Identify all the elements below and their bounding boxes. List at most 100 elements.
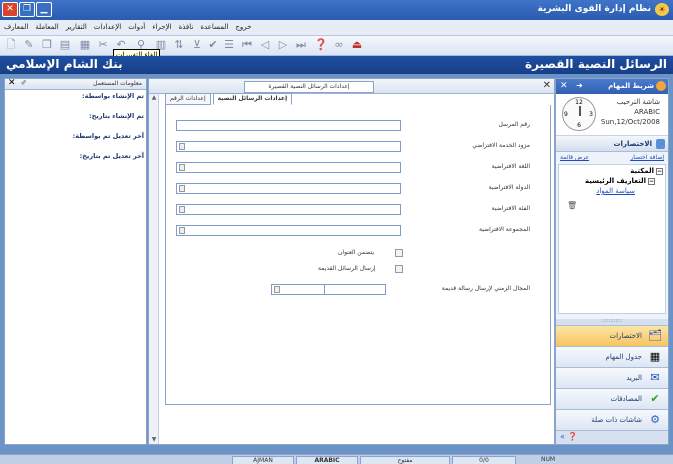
date-label: Sun,12/Oct/2008 bbox=[600, 118, 660, 126]
tasks-schedule-button[interactable]: ▦ جدول المهام bbox=[556, 346, 668, 367]
tab-sms-settings-sub[interactable]: إعدادات الرسائل النصية bbox=[212, 93, 293, 105]
mail-button[interactable]: ✉ البريد bbox=[556, 367, 668, 388]
exit-door-icon[interactable]: ⏏ bbox=[350, 38, 364, 52]
modified-on-label: آخر تعديل تم بتاريخ: bbox=[79, 152, 144, 160]
print-icon[interactable]: ▦ bbox=[78, 38, 92, 52]
time-range-value-input[interactable] bbox=[324, 284, 386, 295]
menu-window[interactable]: نافذة bbox=[179, 23, 194, 31]
approve-icon[interactable]: ✔ bbox=[206, 38, 220, 52]
cut-icon[interactable]: ✂ bbox=[96, 38, 110, 52]
next-record-icon[interactable]: ▷ bbox=[276, 38, 290, 52]
default-group-select[interactable] bbox=[176, 225, 401, 236]
shortcuts-icon: 🗂 bbox=[648, 329, 662, 342]
copy-icon[interactable]: ❐ bbox=[40, 38, 54, 52]
default-country-select[interactable] bbox=[176, 183, 401, 194]
default-country-label: الدولة الافتراضية bbox=[488, 184, 530, 191]
default-provider-select[interactable] bbox=[176, 141, 401, 152]
menu-definitions[interactable]: المعارف bbox=[4, 23, 28, 31]
list-icon[interactable]: ☰ bbox=[222, 38, 236, 52]
status-bar: AJMAN ARABIC مفتوح 0/0 NUM bbox=[0, 454, 673, 464]
close-document-icon[interactable]: ✕ bbox=[543, 80, 551, 91]
vertical-scrollbar[interactable]: ▲ ▼ bbox=[149, 94, 159, 444]
status-state: مفتوح bbox=[360, 456, 450, 464]
restore-window-button[interactable]: ❐ bbox=[19, 2, 35, 17]
language-label: ARABIC bbox=[634, 108, 660, 116]
close-icon[interactable]: ✕ bbox=[8, 78, 16, 88]
menu-reports[interactable]: التقارير bbox=[66, 23, 87, 31]
menu-settings[interactable]: الإعدادات bbox=[94, 23, 121, 31]
menu-action[interactable]: الإجراء bbox=[152, 23, 171, 31]
menu-exit[interactable]: خروج bbox=[235, 23, 251, 31]
task-panel-title: شريط المهام bbox=[608, 82, 654, 90]
help-icon[interactable]: ❓ bbox=[314, 38, 328, 52]
collapse-arrow-icon[interactable]: ➜ bbox=[576, 81, 583, 90]
new-document-icon[interactable]: 🗋 bbox=[4, 38, 18, 52]
tree-root-label: المكتبة bbox=[630, 167, 654, 175]
close-window-button[interactable]: ✕ bbox=[2, 2, 18, 17]
collapse-icon[interactable]: − bbox=[656, 168, 663, 175]
minimize-window-button[interactable]: ▁ bbox=[36, 2, 52, 17]
send-old-messages-checkbox[interactable] bbox=[395, 265, 403, 273]
mail-icon: ✉ bbox=[650, 371, 660, 384]
first-record-icon[interactable]: ⏮ bbox=[240, 38, 254, 52]
add-shortcut-link[interactable]: إضافة اختصار bbox=[630, 154, 664, 161]
clock-hand bbox=[579, 106, 581, 116]
options-chevron-icon[interactable]: ❓ » bbox=[560, 432, 577, 441]
sort-icon[interactable]: ⇅ bbox=[172, 38, 186, 52]
collapse-icon[interactable]: − bbox=[648, 178, 655, 185]
default-category-select[interactable] bbox=[176, 204, 401, 215]
approvals-button[interactable]: ✔ المصادقات bbox=[556, 388, 668, 409]
save-icon[interactable]: ▤ bbox=[58, 38, 72, 52]
approval-icon: ✔ bbox=[650, 392, 660, 405]
welcome-screen-link[interactable]: شاشة الترحيب bbox=[617, 98, 660, 106]
tree-leaf[interactable]: سياسة المواد bbox=[596, 187, 635, 195]
tree-root[interactable]: −المكتبة bbox=[630, 167, 663, 175]
default-provider-label: مزود الخدمة الافتراضي bbox=[472, 142, 530, 149]
clock-6: 6 bbox=[577, 122, 581, 129]
trash-icon[interactable]: 🗑 bbox=[567, 201, 577, 210]
include-title-label: يتضمن العنوان bbox=[338, 249, 374, 256]
menu-transaction[interactable]: المعاملة bbox=[35, 23, 58, 31]
tree-child[interactable]: −التعاريف الرئيسية bbox=[585, 177, 655, 185]
welcome-area: 12 9 3 6 شاشة الترحيب ARABIC Sun,12/Oct/… bbox=[556, 94, 668, 136]
dropdown-arrow-icon[interactable] bbox=[179, 206, 185, 213]
default-group-label: المجموعة الافتراضية bbox=[479, 226, 530, 233]
task-panel-header: شريط المهام ➜ ✕ bbox=[556, 79, 668, 94]
dropdown-arrow-icon[interactable] bbox=[179, 164, 185, 171]
dropdown-arrow-icon[interactable] bbox=[179, 227, 185, 234]
previous-record-icon[interactable]: ◁ bbox=[258, 38, 272, 52]
status-numlock: NUM bbox=[540, 456, 556, 463]
tab-sms-settings[interactable]: إعدادات الرسائل النصية القصيرة bbox=[244, 81, 374, 93]
scroll-down-icon[interactable]: ▼ bbox=[150, 436, 158, 444]
show-list-link[interactable]: عرض قائمة bbox=[560, 154, 589, 161]
close-icon[interactable]: ✕ bbox=[560, 81, 568, 91]
old-message-time-label: المجال الزمني لإرسال رسالة قديمة bbox=[441, 285, 530, 292]
dropdown-arrow-icon[interactable] bbox=[274, 286, 280, 293]
clock-12: 12 bbox=[575, 99, 583, 106]
menu-help[interactable]: المساعدة bbox=[200, 23, 228, 31]
filter-icon[interactable]: ⊻ bbox=[190, 38, 204, 52]
modified-by-label: آخر تعديل تم بواسطة: bbox=[72, 132, 144, 140]
pin-icon[interactable]: ✐ bbox=[21, 79, 27, 87]
dropdown-arrow-icon[interactable] bbox=[179, 185, 185, 192]
tree-child-label: التعاريف الرئيسية bbox=[585, 177, 646, 185]
taskbar-icon bbox=[656, 81, 666, 91]
scroll-up-icon[interactable]: ▲ bbox=[150, 94, 158, 102]
default-language-select[interactable] bbox=[176, 162, 401, 173]
shortcuts-button[interactable]: 🗂 الاختصارات bbox=[556, 325, 668, 346]
edit-icon[interactable]: ✎ bbox=[22, 38, 36, 52]
tab-number-settings[interactable]: إعدادات الرقم bbox=[165, 93, 211, 105]
title-bar: ☀ نظام إدارة القوى البشرية ✕ ❐ ▁ bbox=[0, 0, 673, 20]
last-record-icon[interactable]: ⏭ bbox=[294, 38, 308, 52]
menu-tools[interactable]: أدوات bbox=[128, 23, 145, 31]
related-screens-button[interactable]: ⚙ شاشات ذات صلة bbox=[556, 409, 668, 430]
sub-tabs: إعدادات الرقم إعدادات الرسائل النصية bbox=[165, 93, 294, 105]
glasses-icon[interactable]: ∞ bbox=[332, 38, 346, 52]
sender-number-input[interactable] bbox=[176, 120, 401, 131]
include-title-checkbox[interactable] bbox=[395, 249, 403, 257]
dropdown-arrow-icon[interactable] bbox=[179, 143, 185, 150]
clock-icon: 12 9 3 6 bbox=[562, 97, 596, 131]
time-range-unit-select[interactable] bbox=[271, 284, 325, 295]
user-info-panel: معلومات المستعمل ✕ ✐ تم الإنشاء بواسطة: … bbox=[4, 78, 147, 445]
related-screens-icon: ⚙ bbox=[650, 413, 660, 426]
